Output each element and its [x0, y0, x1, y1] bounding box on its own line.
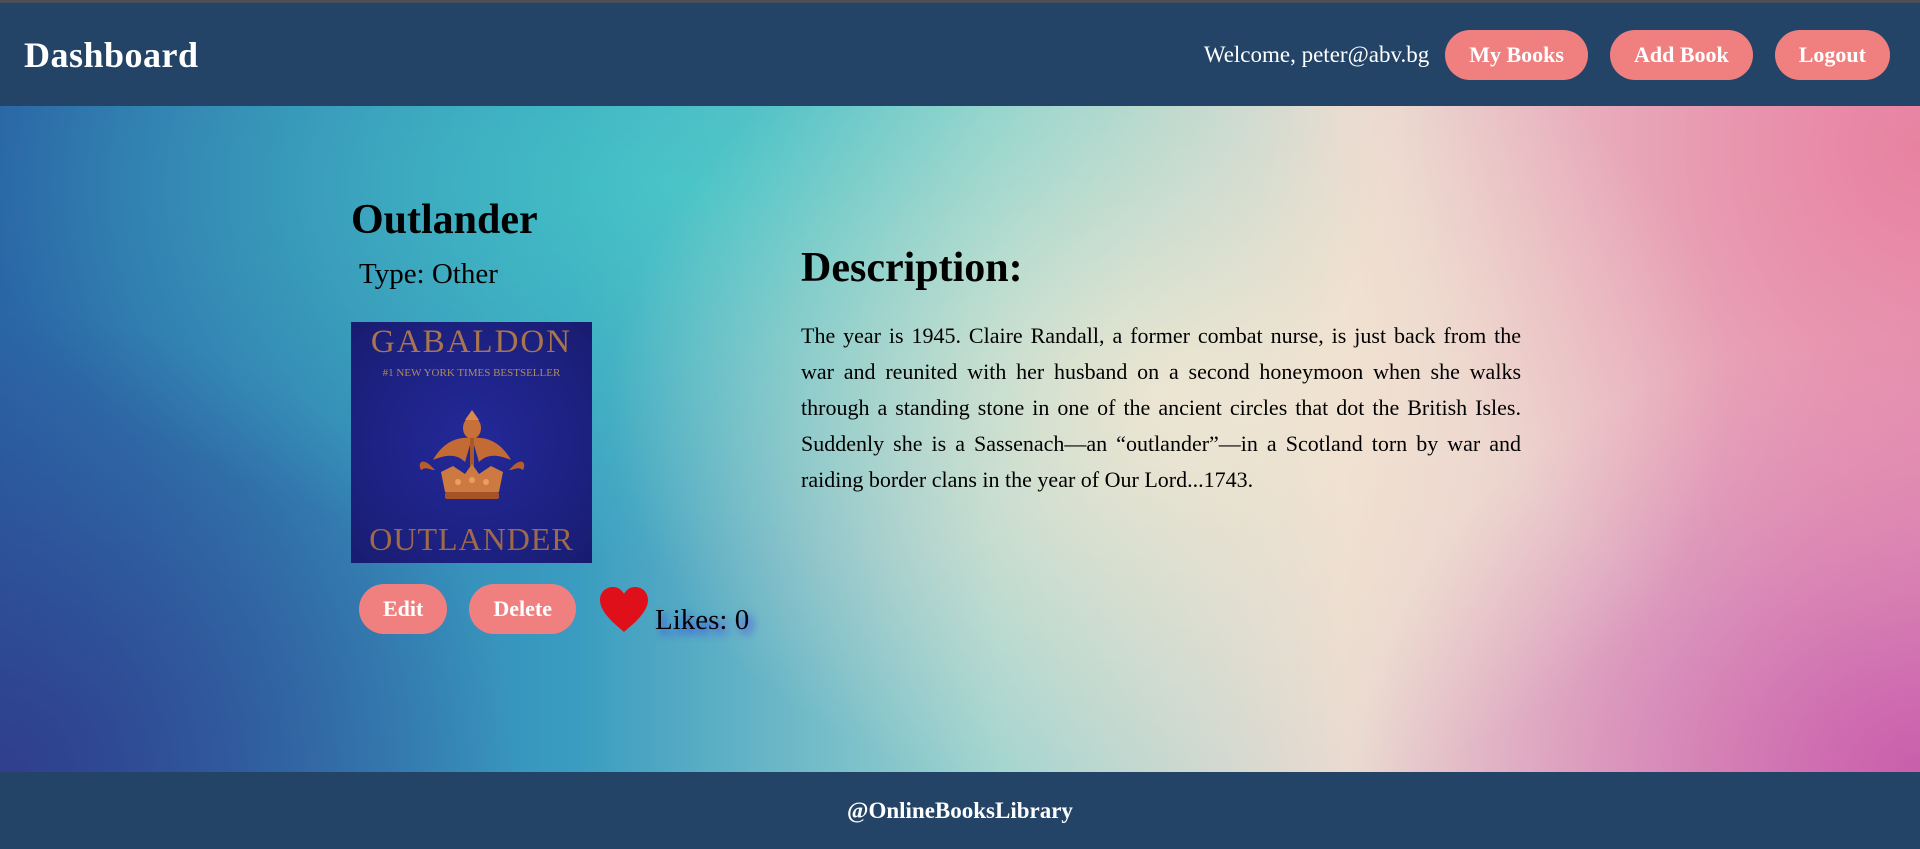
cover-tagline: #1 NEW YORK TIMES BESTSELLER	[382, 367, 561, 379]
crown-thistle-emblem	[419, 410, 525, 499]
book-type: Type: Other	[359, 258, 498, 290]
cover-title: OUTLANDER	[369, 521, 574, 557]
user-nav: Welcome, peter@abv.bg My Books Add Book …	[1203, 29, 1890, 80]
footer-copyright: @OnlineBooksLibrary	[847, 797, 1073, 823]
description-heading: Description:	[801, 245, 1023, 291]
add-book-button[interactable]: Add Book	[1609, 29, 1753, 80]
delete-button[interactable]: Delete	[469, 584, 576, 634]
likes-count: Likes: 0	[655, 604, 750, 636]
book-actions: Edit Delete	[359, 584, 576, 634]
edit-button[interactable]: Edit	[359, 584, 448, 634]
book-details: Outlander Type: Other GABALDON #1 NEW YO…	[0, 106, 1920, 772]
book-title: Outlander	[351, 197, 538, 243]
logout-button[interactable]: Logout	[1774, 29, 1890, 80]
footer: @OnlineBooksLibrary	[0, 772, 1920, 849]
cover-author: GABALDON	[370, 324, 573, 360]
navbar: Dashboard Welcome, peter@abv.bg My Books…	[0, 3, 1920, 106]
description-text: The year is 1945. Claire Randall, a form…	[801, 323, 1521, 492]
book-cover-image: GABALDON #1 NEW YORK TIMES BESTSELLER OU…	[351, 322, 592, 563]
welcome-message: Welcome, peter@abv.bg	[1203, 41, 1430, 67]
dashboard-link[interactable]: Dashboard	[24, 34, 199, 76]
my-books-button[interactable]: My Books	[1445, 29, 1588, 80]
heart-icon[interactable]	[598, 586, 650, 634]
